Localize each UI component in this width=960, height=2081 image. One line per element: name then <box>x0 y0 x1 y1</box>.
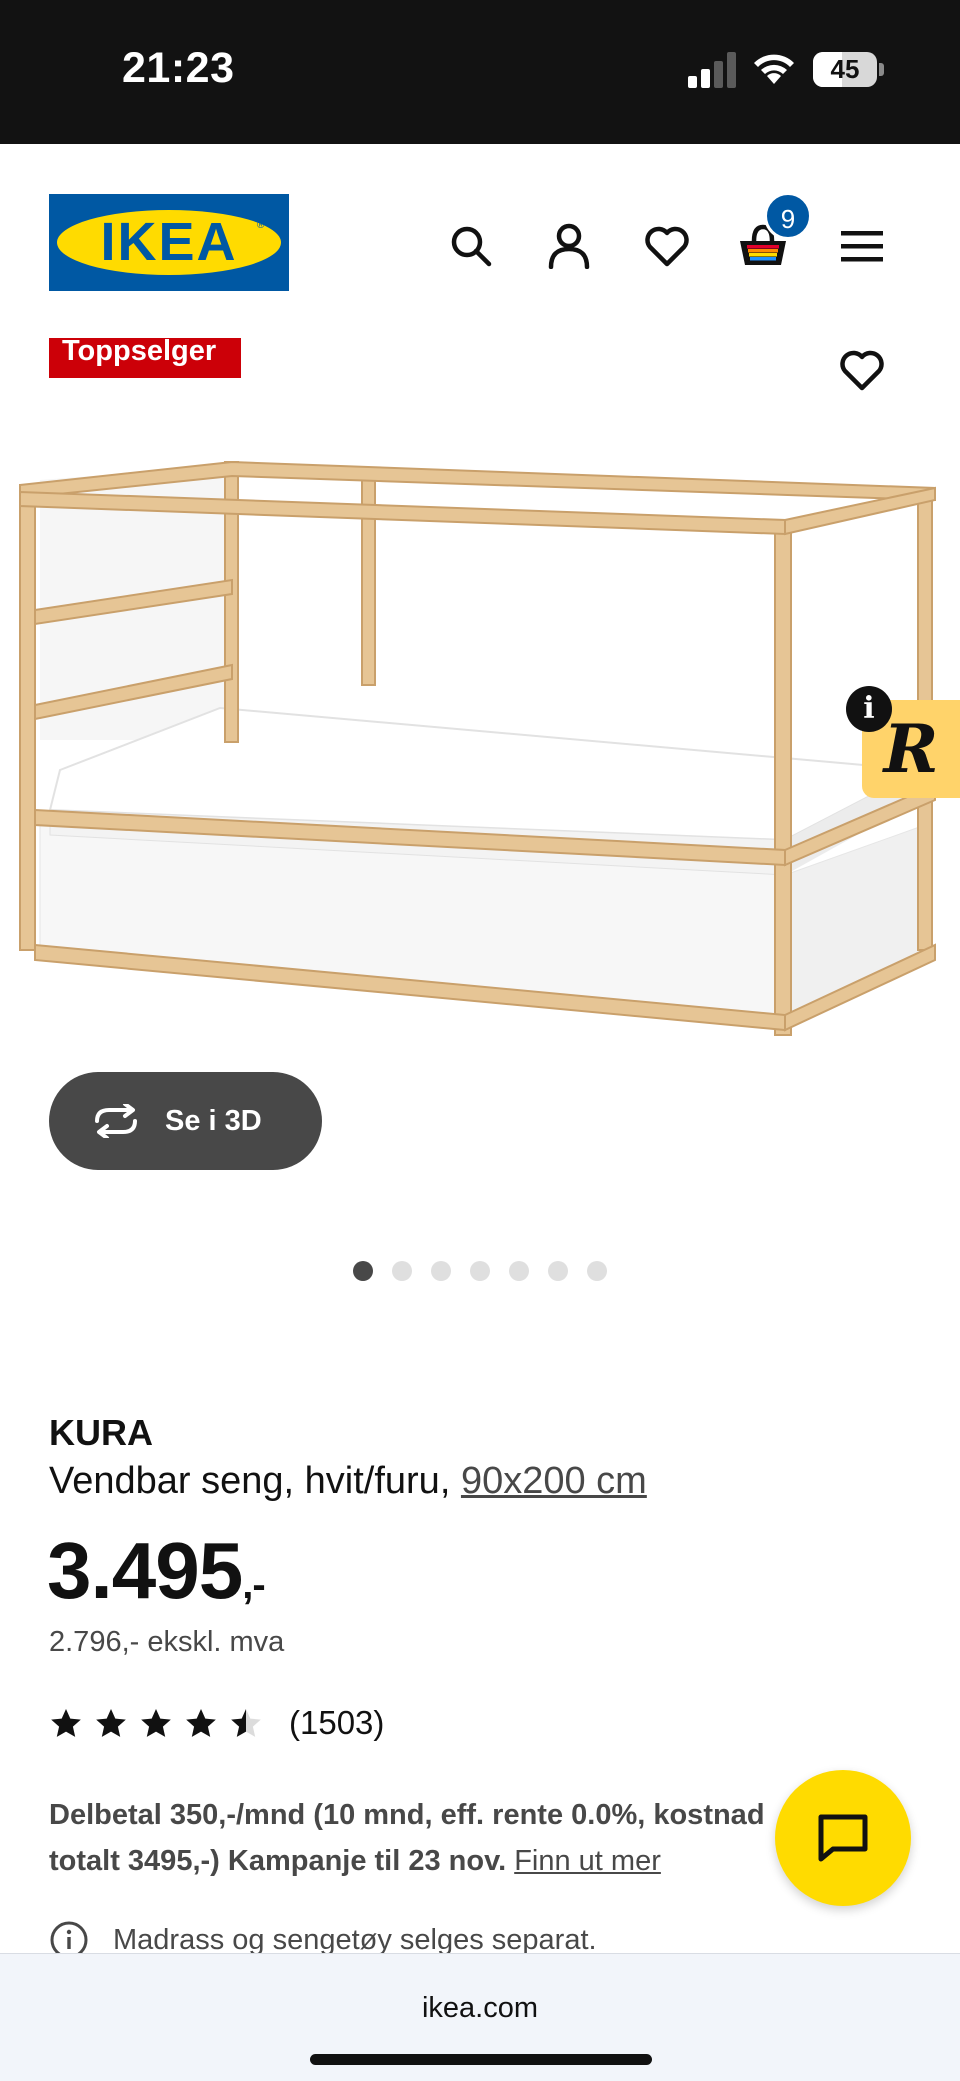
wifi-icon <box>754 54 794 84</box>
gallery-dot[interactable] <box>509 1261 529 1281</box>
site-header: IKEA ® 9 <box>0 144 960 294</box>
gallery-dot[interactable] <box>392 1261 412 1281</box>
home-indicator <box>310 2054 652 2065</box>
gallery-dot[interactable] <box>548 1261 568 1281</box>
price-value: 3.495 <box>47 1526 243 1615</box>
product-description: Vendbar seng, hvit/furu, 90x200 cm <box>49 1460 647 1503</box>
ikea-logo[interactable]: IKEA ® <box>49 194 289 291</box>
gallery-dot[interactable] <box>587 1261 607 1281</box>
favourites-button[interactable] <box>637 216 697 276</box>
search-button[interactable] <box>441 216 501 276</box>
product-note-text: Madrass og sengetøy selges separat. <box>113 1923 597 1956</box>
menu-icon <box>841 231 883 262</box>
chat-button[interactable] <box>775 1770 911 1906</box>
heart-icon <box>840 350 884 391</box>
rotate-3d-icon <box>95 1104 137 1138</box>
star-icon <box>186 1709 216 1737</box>
star-icon <box>96 1709 126 1737</box>
status-bar: 21:23 45 <box>0 0 960 144</box>
account-button[interactable] <box>539 216 599 276</box>
registered-mark: ® <box>257 220 265 231</box>
product-size-link[interactable]: 90x200 cm <box>461 1460 647 1502</box>
battery-cap <box>879 63 884 76</box>
menu-button[interactable] <box>832 216 892 276</box>
installment-info: Delbetal 350,-/mnd (10 mnd, eff. rente 0… <box>49 1792 789 1884</box>
gallery-dot[interactable] <box>353 1261 373 1281</box>
gallery-dot[interactable] <box>470 1261 490 1281</box>
product-price: 3.495,- <box>47 1525 266 1617</box>
product-description-text: Vendbar seng, hvit/furu, <box>49 1460 451 1502</box>
review-count: (1503) <box>289 1704 385 1741</box>
installment-link[interactable]: Finn ut mer <box>514 1845 661 1877</box>
add-to-favourites-button[interactable] <box>832 340 892 400</box>
product-image[interactable] <box>0 440 960 1080</box>
star-icon <box>141 1709 171 1737</box>
bestseller-badge: Toppselger <box>49 338 241 378</box>
cart-count-badge: 9 <box>764 192 812 240</box>
star-icon <box>51 1709 81 1737</box>
battery-icon: 45 <box>813 52 877 87</box>
view-3d-button[interactable]: Se i 3D <box>49 1072 322 1170</box>
view-3d-label: Se i 3D <box>165 1104 262 1137</box>
rating-stars <box>49 1707 263 1739</box>
battery-level: 45 <box>830 54 860 84</box>
gallery-pagination <box>353 1261 607 1281</box>
browser-url-bar[interactable]: ikea.com <box>0 1953 960 2081</box>
info-icon[interactable]: i <box>846 686 892 732</box>
logo-text: IKEA <box>100 212 238 272</box>
price-suffix: ,- <box>242 1563 265 1607</box>
gallery-dot[interactable] <box>431 1261 451 1281</box>
chat-icon <box>818 1814 868 1862</box>
heart-icon <box>645 226 689 267</box>
star-icon <box>231 1709 261 1737</box>
search-icon <box>451 226 492 267</box>
status-time: 21:23 <box>122 44 235 92</box>
url-text[interactable]: ikea.com <box>0 1992 960 2025</box>
cellular-signal-icon <box>688 52 738 88</box>
product-rating[interactable]: (1503) <box>49 1704 384 1742</box>
product-name: KURA <box>49 1412 153 1453</box>
price-ex-vat: 2.796,- ekskl. mva <box>49 1626 285 1658</box>
account-icon <box>548 223 590 269</box>
